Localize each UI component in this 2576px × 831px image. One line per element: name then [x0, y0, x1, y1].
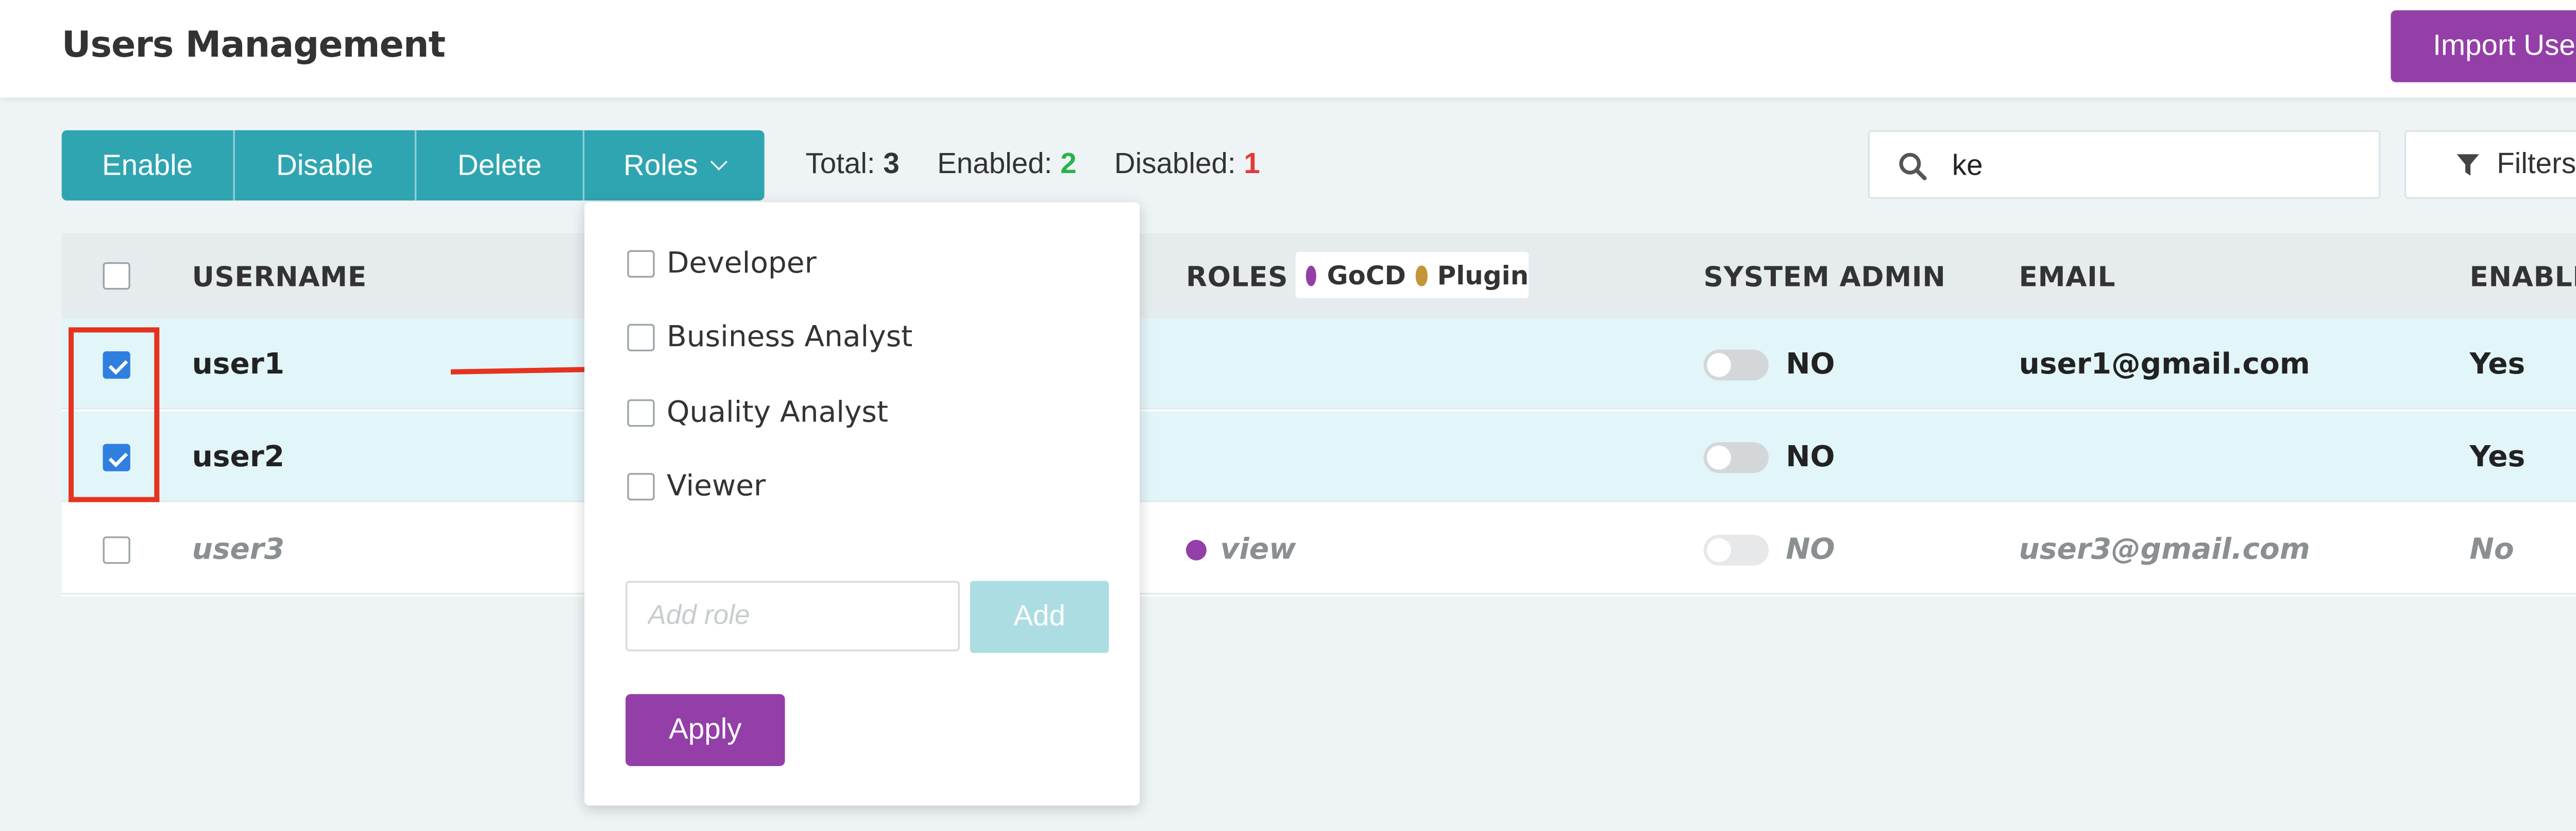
search-input[interactable]: ke [1868, 130, 2381, 199]
system-admin-toggle[interactable] [1703, 349, 1769, 381]
apply-roles-button[interactable]: Apply [625, 694, 785, 766]
selection-highlight-box [69, 327, 160, 502]
username-cell: user3 [192, 533, 285, 568]
role-option-quality-analyst[interactable]: Quality Analyst [627, 396, 888, 430]
column-roles: ROLES [1185, 260, 1289, 293]
disable-button[interactable]: Disable [234, 130, 417, 201]
system-admin-toggle[interactable] [1703, 534, 1769, 566]
legend-gocd: GoCD [1327, 259, 1406, 291]
system-admin-value: NO [1786, 533, 1835, 568]
table-row[interactable]: user2 NO Yes [61, 411, 2576, 502]
role-option-viewer[interactable]: Viewer [627, 469, 766, 504]
enabled-count: Enabled: 2 [937, 147, 1077, 180]
add-role-input[interactable] [625, 581, 960, 652]
column-email: EMAIL [2019, 260, 2116, 293]
select-all-checkbox[interactable] [103, 262, 130, 290]
system-admin-toggle[interactable] [1703, 442, 1769, 473]
enable-button[interactable]: Enable [61, 130, 235, 201]
role-checkbox[interactable] [627, 399, 655, 427]
email-cell: user3@gmail.com [2019, 533, 2310, 568]
filters-button[interactable]: Filters [2404, 130, 2576, 199]
bulk-action-button-group: Enable Disable Delete Roles [61, 130, 765, 201]
column-enabled: ENABLED [2469, 260, 2576, 293]
system-admin-value: NO [1786, 348, 1835, 382]
role-option-developer[interactable]: Developer [627, 247, 817, 281]
filters-label: Filters [2497, 147, 2576, 180]
roles-cell: view [1220, 533, 1296, 568]
enabled-cell: Yes [2469, 348, 2526, 382]
roles-dropdown-button[interactable]: Roles [584, 130, 765, 201]
enabled-cell: Yes [2469, 440, 2526, 475]
role-gocd-dot [1185, 539, 1207, 561]
table-row[interactable]: user1 NO user1@gmail.com Yes [61, 318, 2576, 410]
import-user-button[interactable]: Import User [2391, 10, 2576, 82]
roles-legend: GoCD Plugin [1295, 251, 1529, 298]
disabled-count: Disabled: 1 [1114, 147, 1260, 180]
role-checkbox[interactable] [627, 250, 655, 278]
plugin-role-dot [1416, 264, 1427, 285]
column-system-admin: SYSTEM ADMIN [1703, 260, 1946, 293]
role-option-business-analyst[interactable]: Business Analyst [627, 320, 912, 355]
role-checkbox[interactable] [627, 324, 655, 351]
page-header: Users Management Import User [0, 0, 2576, 98]
enabled-cell: No [2469, 533, 2514, 568]
chevron-down-icon [710, 153, 728, 171]
user-counts: Total: 3 Enabled: 2 Disabled: 1 [805, 147, 1298, 182]
add-role-button[interactable]: Add [970, 581, 1109, 653]
roles-button-label: Roles [623, 148, 698, 181]
column-username: USERNAME [192, 260, 367, 293]
gocd-role-dot [1306, 264, 1317, 285]
roles-dropdown-menu: Developer Business Analyst Quality Analy… [584, 202, 1140, 806]
legend-plugin: Plugin [1437, 259, 1529, 291]
row-checkbox[interactable] [103, 536, 130, 564]
delete-button[interactable]: Delete [416, 130, 585, 201]
users-management-page: Users Management Import User Enable Disa… [0, 0, 2576, 831]
username-cell: user1 [192, 348, 285, 382]
table-row[interactable]: user3 view NO user3@gmail.com No [61, 504, 2576, 595]
system-admin-value: NO [1786, 440, 1835, 475]
filter-icon [2456, 153, 2479, 175]
search-icon [1899, 152, 1927, 180]
role-checkbox[interactable] [627, 473, 655, 501]
username-cell: user2 [192, 440, 285, 475]
search-value: ke [1952, 149, 1983, 182]
page-title: Users Management [61, 24, 446, 65]
total-count: Total: 3 [805, 147, 900, 180]
email-cell: user1@gmail.com [2019, 348, 2310, 382]
